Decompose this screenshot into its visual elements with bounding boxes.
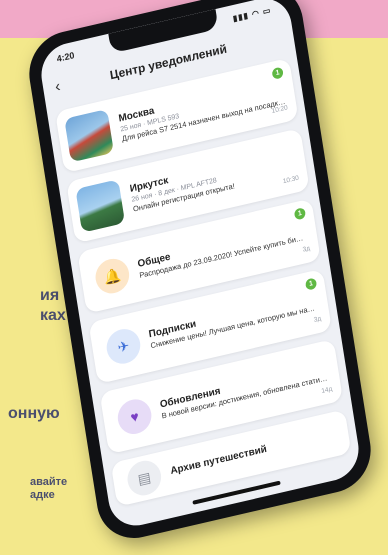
notification-time: 3д <box>302 244 311 254</box>
heart-icon: ♥ <box>115 396 154 438</box>
bell-icon: 🔔 <box>93 255 132 297</box>
phone-mockup: 4:20 ▮▮▮ ◠ ▭ ‹ Центр уведомлений Москва … <box>23 0 377 546</box>
status-icons: ▮▮▮ ◠ ▭ <box>232 5 272 23</box>
notification-time: 14д <box>320 385 333 395</box>
notification-body: Иркутск 26 ноя · 8 дек · MPL AFT28 Онлай… <box>129 144 307 214</box>
phone-screen: 4:20 ▮▮▮ ◠ ▭ ‹ Центр уведомлений Москва … <box>37 0 363 532</box>
archive-icon: ▤ <box>125 457 164 499</box>
archive-label: Архив путешествий <box>169 443 268 477</box>
unread-badge: 1 <box>304 277 318 291</box>
unread-badge: 1 <box>293 207 307 221</box>
status-time: 4:20 <box>55 50 76 64</box>
notification-list: Москва 25 ноя · MPLS 593 Для рейса S7 25… <box>55 57 353 516</box>
back-arrow-icon[interactable]: ‹ <box>54 78 62 97</box>
notification-body: Общее Распродажа до 23.09.2020! Успейте … <box>137 218 318 281</box>
notification-body: Москва 25 ноя · MPLS 593 Для рейса S7 25… <box>118 73 296 143</box>
notification-body: Подписки Снижение цены! Лучшая цена, кот… <box>148 289 329 351</box>
notification-body: Обновления В новой версии: достижения, о… <box>159 359 340 421</box>
airplane-icon: ✈ <box>104 325 143 368</box>
moscow-photo <box>64 108 114 163</box>
notification-time: 3д <box>313 315 322 324</box>
irkutsk-photo <box>75 179 126 233</box>
